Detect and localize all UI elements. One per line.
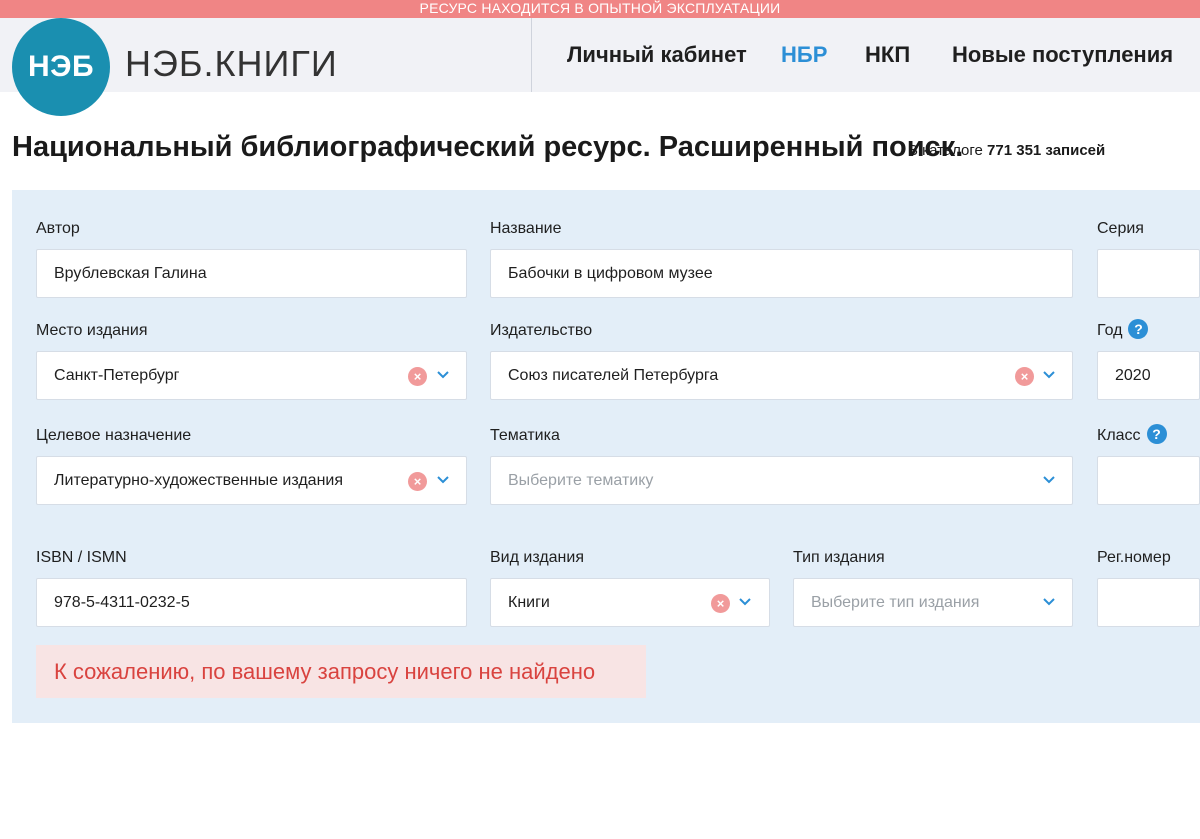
chevron-down-icon[interactable]: [1043, 475, 1055, 485]
year-input[interactable]: 2020: [1097, 351, 1200, 400]
purpose-label: Целевое назначение: [36, 427, 192, 444]
series-input[interactable]: [1097, 249, 1200, 298]
year-label-text: Год: [1097, 322, 1123, 340]
reg-number-input[interactable]: [1097, 578, 1200, 627]
chevron-down-icon[interactable]: [1043, 370, 1055, 380]
nav-nkp[interactable]: НКП: [865, 41, 910, 69]
author-input[interactable]: Врублевская Галина: [36, 249, 467, 298]
trial-banner: РЕСУРС НАХОДИТСЯ В ОПЫТНОЙ ЭКСПЛУАТАЦИИ: [0, 0, 1200, 18]
edition-type-placeholder: Выберите тип издания: [811, 594, 980, 611]
class-label-text: Класс: [1097, 427, 1141, 445]
main-nav: Личный кабинет НБР НКП Новые поступления: [0, 41, 1200, 71]
edition-type-select[interactable]: Выберите тип издания: [793, 578, 1073, 627]
chevron-down-icon[interactable]: [1043, 597, 1055, 607]
publisher-select[interactable]: Союз писателей Петербурга ×: [490, 351, 1073, 400]
subject-label: Тематика: [490, 427, 560, 444]
no-results-message: К сожалению, по вашему запросу ничего не…: [36, 645, 646, 698]
help-icon[interactable]: ?: [1128, 319, 1149, 339]
help-icon[interactable]: ?: [1146, 424, 1167, 444]
nav-personal-account[interactable]: Личный кабинет: [567, 41, 747, 69]
subject-placeholder: Выберите тематику: [508, 472, 654, 489]
place-value: Санкт-Петербург: [54, 367, 180, 384]
chevron-down-icon[interactable]: [437, 475, 449, 485]
class-label: Класс?: [1097, 424, 1167, 446]
place-select[interactable]: Санкт-Петербург ×: [36, 351, 467, 400]
reg-number-label: Рег.номер: [1097, 549, 1171, 566]
title-input[interactable]: Бабочки в цифровом музее: [490, 249, 1073, 298]
edition-type-label: Тип издания: [793, 549, 885, 566]
edition-kind-select[interactable]: Книги ×: [490, 578, 770, 627]
nav-new-arrivals[interactable]: Новые поступления: [952, 41, 1173, 69]
edition-kind-label: Вид издания: [490, 549, 584, 566]
catalog-count: В каталоге 771 351 записей: [908, 142, 1105, 159]
subject-select[interactable]: Выберите тематику: [490, 456, 1073, 505]
author-label: Автор: [36, 220, 80, 237]
year-label: Год?: [1097, 319, 1149, 341]
isbn-label: ISBN / ISMN: [36, 549, 127, 566]
chevron-down-icon[interactable]: [437, 370, 449, 380]
catalog-count-prefix: В каталоге: [908, 142, 983, 159]
publisher-value: Союз писателей Петербурга: [508, 367, 719, 384]
catalog-count-value: 771 351 записей: [987, 142, 1106, 159]
page-title: Национальный библиографический ресурс. Р…: [12, 131, 964, 163]
clear-icon[interactable]: ×: [1015, 367, 1034, 386]
nav-nbr[interactable]: НБР: [781, 41, 827, 69]
purpose-value: Литературно-художественные издания: [54, 472, 343, 489]
series-label: Серия: [1097, 220, 1144, 237]
clear-icon[interactable]: ×: [408, 367, 427, 386]
class-input[interactable]: [1097, 456, 1200, 505]
edition-kind-value: Книги: [508, 594, 550, 611]
site-header: НЭБ НЭБ.КНИГИ Личный кабинет НБР НКП Нов…: [0, 18, 1200, 116]
clear-icon[interactable]: ×: [408, 472, 427, 491]
clear-icon[interactable]: ×: [711, 594, 730, 613]
publisher-label: Издательство: [490, 322, 593, 339]
title-label: Название: [490, 220, 562, 237]
chevron-down-icon[interactable]: [739, 597, 751, 607]
place-label: Место издания: [36, 322, 148, 339]
isbn-input[interactable]: 978-5-4311-0232-5: [36, 578, 467, 627]
purpose-select[interactable]: Литературно-художественные издания ×: [36, 456, 467, 505]
